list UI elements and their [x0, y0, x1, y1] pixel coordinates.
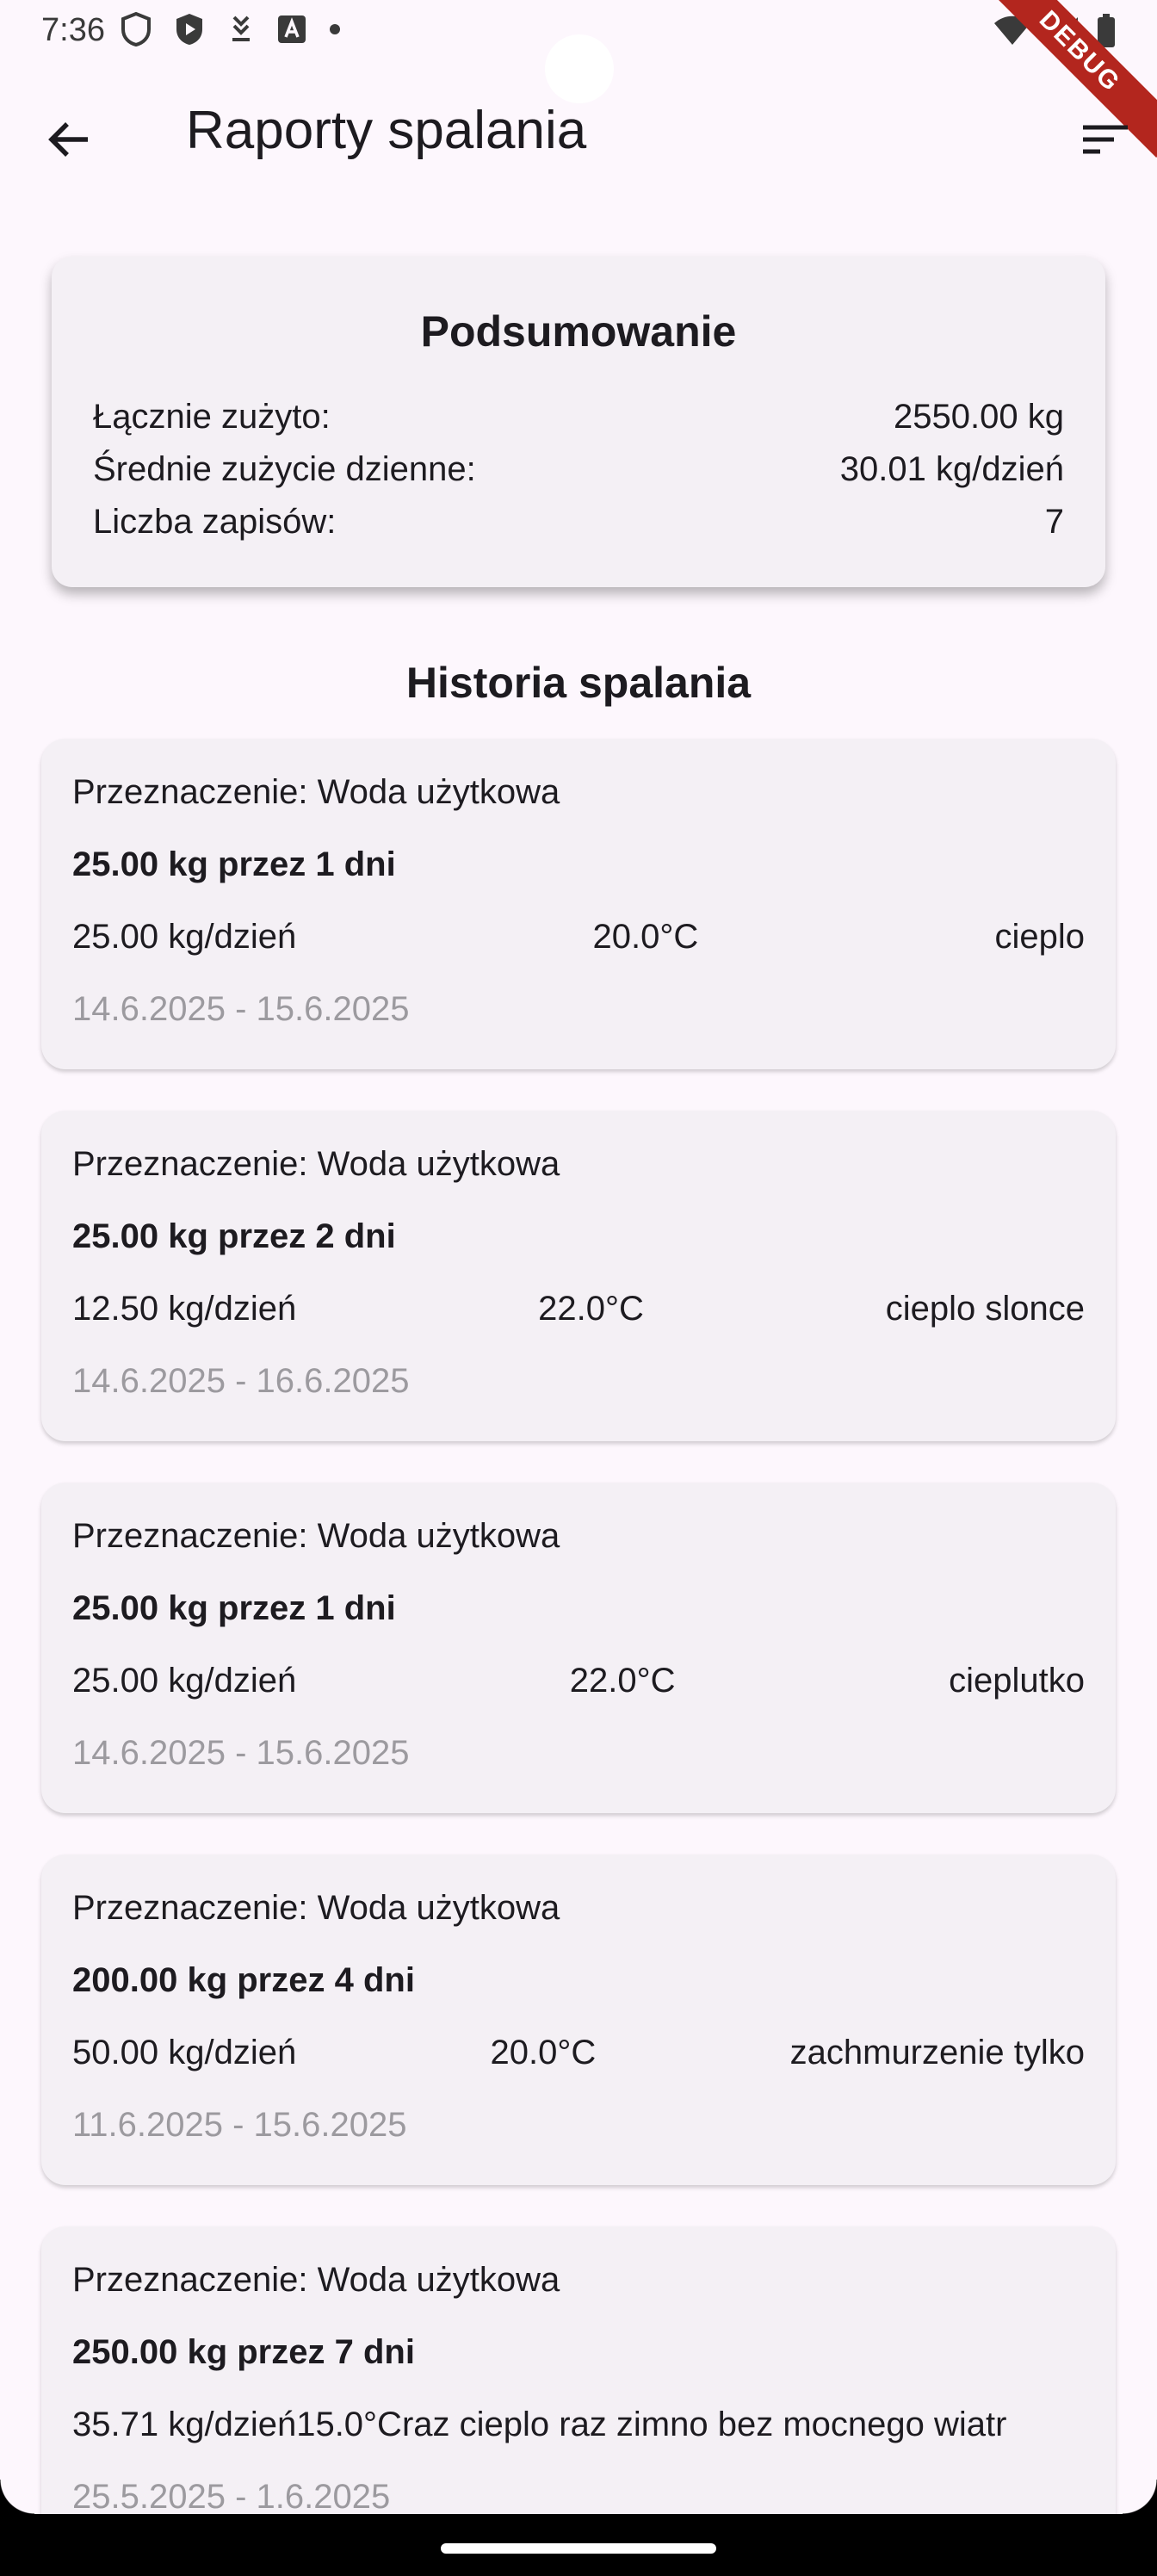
summary-label: Liczba zapisów: [93, 503, 337, 541]
download-icon [232, 15, 250, 41]
summary-row-average: Średnie zużycie dzienne: 30.01 kg/dzień [93, 450, 1064, 495]
entry-purpose: Przeznaczenie: Woda użytkowa [72, 773, 560, 811]
entry-dates: 11.6.2025 - 15.6.2025 [72, 2106, 407, 2144]
entry-amount: 25.00 kg przez 1 dni [72, 845, 396, 883]
history-title: Historia spalania [405, 659, 752, 707]
history-entry[interactable]: Przeznaczenie: Woda użytkowa 25.00 kg pr… [41, 739, 1116, 1069]
entry-stats: 50.00 kg/dzień 20.0°C zachmurzenie tylko [72, 2034, 1085, 2072]
summary-row-total: Łącznie zużyto: 2550.00 kg [93, 398, 1064, 443]
play-protect-icon [176, 14, 202, 45]
entry-amount: 250.00 kg przez 7 dni [72, 2333, 415, 2371]
entry-dates: 14.6.2025 - 15.6.2025 [72, 1734, 410, 1772]
entry-note: cieplutko [949, 1662, 1085, 1700]
page-title: Raporty spalania [186, 101, 587, 160]
arrow-back-icon [48, 122, 88, 157]
entry-temperature: 20.0°C [490, 2034, 597, 2071]
entry-temperature: 20.0°C [592, 918, 699, 956]
summary-value: 30.01 kg/dzień [839, 450, 1064, 488]
entry-per-day: 35.71 kg/dzień [72, 2406, 297, 2443]
entry-stats: 35.71 kg/dzień 15.0°C raz cieplo raz zim… [72, 2406, 1085, 2444]
home-gesture-handle[interactable] [441, 2543, 716, 2554]
sort-button[interactable] [1074, 108, 1136, 170]
entry-temperature: 22.0°C [569, 1662, 676, 1700]
entry-amount: 25.00 kg przez 2 dni [72, 1217, 396, 1255]
entry-purpose: Przeznaczenie: Woda użytkowa [72, 1517, 560, 1555]
sort-icon [1083, 125, 1128, 154]
entry-per-day: 12.50 kg/dzień [72, 1290, 297, 1328]
entry-stats: 12.50 kg/dzień 22.0°C cieplo slonce [72, 1290, 1085, 1328]
summary-label: Średnie zużycie dzienne: [93, 450, 476, 488]
entry-per-day: 50.00 kg/dzień [72, 2034, 297, 2071]
entry-dates: 14.6.2025 - 15.6.2025 [72, 990, 410, 1028]
entry-purpose: Przeznaczenie: Woda użytkowa [72, 1145, 560, 1183]
summary-row-count: Liczba zapisów: 7 [93, 503, 1064, 548]
entry-note: raz cieplo raz zimno bez mocnego wiatr [401, 2406, 1007, 2443]
more-notifications-icon [330, 24, 340, 34]
summary-card: Podsumowanie Łącznie zużyto: 2550.00 kg … [52, 257, 1105, 587]
navigation-bar [0, 2480, 1157, 2576]
entry-temperature: 15.0°C [296, 2406, 402, 2443]
entry-amount: 25.00 kg przez 1 dni [72, 1589, 396, 1627]
entry-note: cieplo slonce [885, 1290, 1085, 1328]
entry-note: cieplo [994, 918, 1085, 956]
back-button[interactable] [38, 108, 100, 170]
summary-label: Łącznie zużyto: [93, 398, 331, 436]
summary-value: 2550.00 kg [894, 398, 1064, 436]
entry-temperature: 22.0°C [538, 1290, 644, 1328]
summary-value: 7 [1044, 503, 1064, 541]
entry-dates: 14.6.2025 - 16.6.2025 [72, 1362, 410, 1400]
history-entry[interactable]: Przeznaczenie: Woda użytkowa 250.00 kg p… [41, 2226, 1116, 2557]
entry-note: zachmurzenie tylko [789, 2034, 1085, 2071]
entry-per-day: 25.00 kg/dzień [72, 918, 297, 956]
notification-icons [121, 12, 341, 46]
history-entry[interactable]: Przeznaczenie: Woda użytkowa 200.00 kg p… [41, 1855, 1116, 2185]
shield-icon [121, 12, 151, 46]
summary-title: Podsumowanie [420, 307, 737, 356]
status-time: 7:36 [41, 12, 105, 48]
app-bar: Raporty spalania [0, 69, 1157, 198]
history-entry[interactable]: Przeznaczenie: Woda użytkowa 25.00 kg pr… [41, 1483, 1116, 1813]
entry-dates: 25.5.2025 - 1.6.2025 [72, 2478, 391, 2516]
entry-purpose: Przeznaczenie: Woda użytkowa [72, 1889, 560, 1927]
entry-purpose: Przeznaczenie: Woda użytkowa [72, 2261, 560, 2299]
entry-stats: 25.00 kg/dzień 20.0°C cieplo [72, 918, 1085, 957]
font-icon [278, 15, 306, 43]
history-entry[interactable]: Przeznaczenie: Woda użytkowa 25.00 kg pr… [41, 1111, 1116, 1441]
entry-stats: 25.00 kg/dzień 22.0°C cieplutko [72, 1662, 1085, 1700]
entry-per-day: 25.00 kg/dzień [72, 1662, 297, 1700]
entry-amount: 200.00 kg przez 4 dni [72, 1961, 415, 1999]
